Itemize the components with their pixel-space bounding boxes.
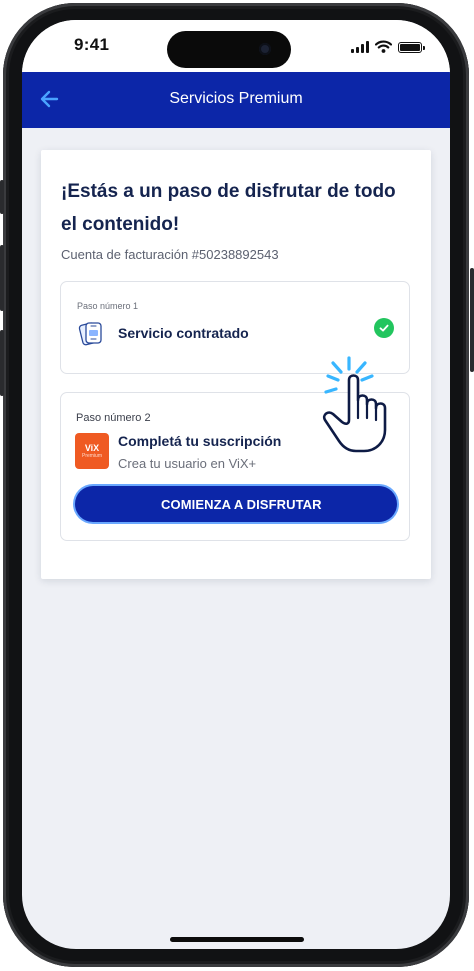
home-indicator[interactable] [170, 937, 304, 942]
camera-lens-icon [259, 43, 271, 55]
step-2-label: Paso número 2 [76, 412, 151, 424]
start-enjoying-button[interactable]: COMIENZA A DISFRUTAR [75, 486, 397, 522]
dynamic-island [167, 31, 291, 68]
header-title: Servicios Premium [169, 90, 303, 107]
vix-logo-text: ViX [84, 443, 100, 453]
phone-screen: 9:41 Servicios Premium ¡Estás a un paso … [22, 20, 450, 949]
card-headline: ¡Estás a un paso de disfrutar de todo el… [61, 181, 396, 235]
hand-pointer-icon [322, 356, 387, 453]
status-icons [351, 39, 425, 53]
status-time: 9:41 [74, 35, 110, 54]
step-2-subtitle: Crea tu usuario en ViX+ [118, 456, 257, 471]
vix-logo-subtext: Premium [81, 453, 102, 459]
vix-logo-icon: ViX Premium [75, 433, 109, 469]
step-1-title: Servicio contratado [118, 325, 249, 341]
wifi-icon [375, 40, 392, 53]
volume-up-button [0, 245, 4, 311]
action-button [0, 180, 4, 214]
battery-icon [398, 42, 425, 53]
app-header: Servicios Premium [22, 72, 450, 128]
signal-icon [351, 41, 369, 53]
app-devices-icon [78, 322, 102, 346]
status-bar: 9:41 [22, 20, 450, 72]
check-icon [374, 318, 394, 338]
step-1-label: Paso número 1 [77, 301, 139, 311]
volume-down-button [0, 330, 4, 396]
power-button [470, 268, 474, 372]
step-2-title: Completá tu suscripción [118, 433, 282, 449]
billing-account: Cuenta de facturación #50238892543 [61, 247, 279, 262]
